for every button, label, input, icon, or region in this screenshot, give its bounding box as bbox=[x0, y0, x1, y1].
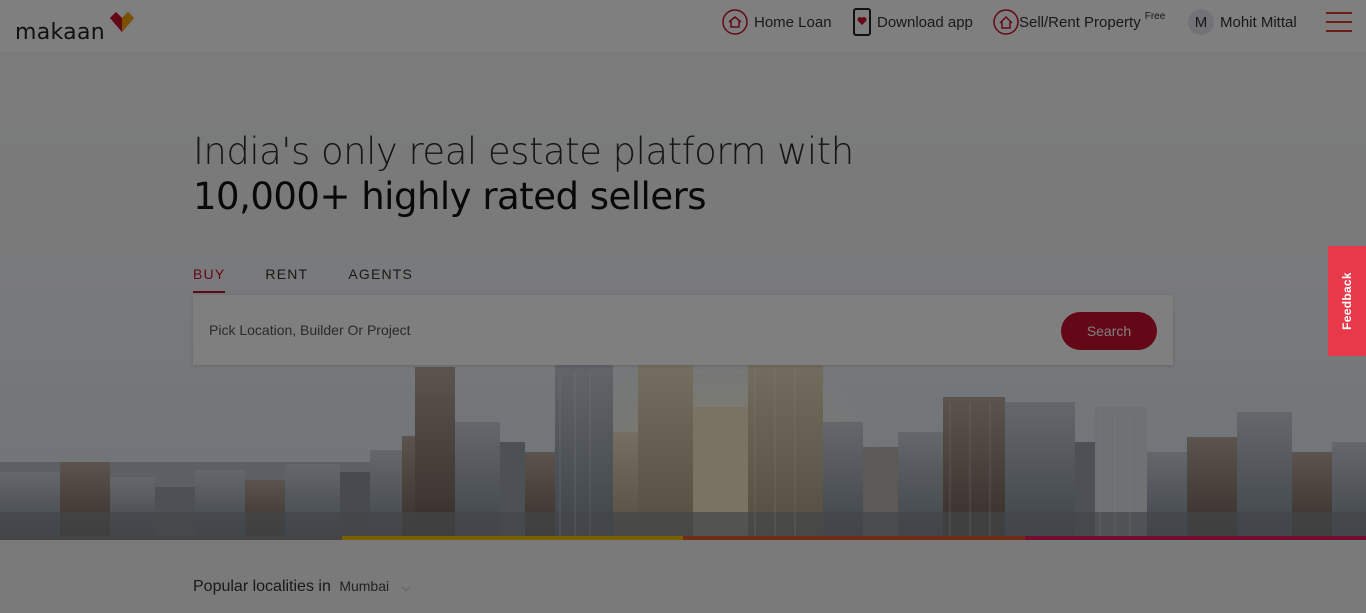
feedback-label: Feedback bbox=[1340, 272, 1355, 330]
dim-overlay bbox=[0, 0, 1366, 613]
feedback-tab[interactable]: Feedback bbox=[1328, 246, 1366, 356]
